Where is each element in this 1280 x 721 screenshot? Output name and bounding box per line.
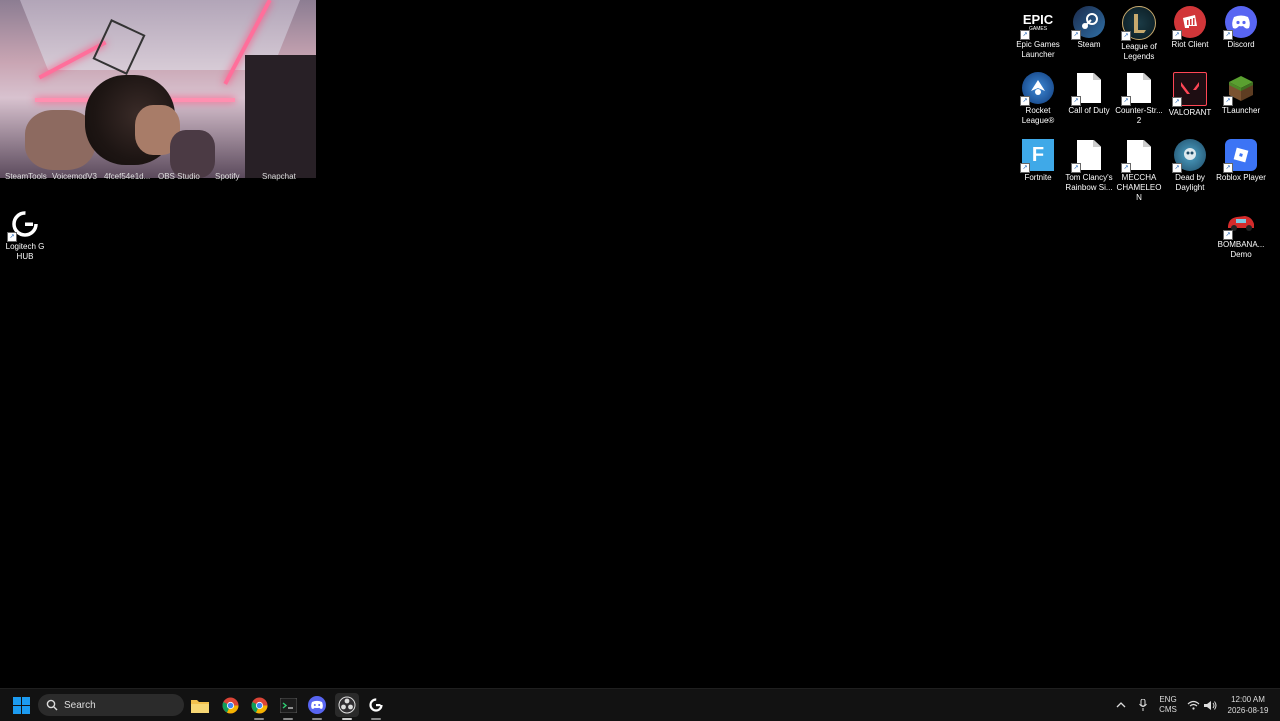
- discord-icon: ↗: [1223, 6, 1257, 40]
- desktop-icon-steam[interactable]: ↗ Steam: [1064, 6, 1114, 50]
- desktop-icon-counter-strike-2[interactable]: ↗ Counter-Str... 2: [1114, 72, 1164, 126]
- valorant-icon: ↗: [1172, 72, 1207, 107]
- terminal-icon: [279, 697, 297, 713]
- start-icon: [12, 696, 30, 714]
- tray-microphone[interactable]: [1134, 689, 1152, 721]
- tray-wifi[interactable]: [1184, 689, 1202, 721]
- search-placeholder: Search: [64, 699, 96, 711]
- tray-overflow-button[interactable]: [1112, 689, 1130, 721]
- rocket-league-icon: ↗: [1020, 72, 1054, 106]
- desktop-icon-call-of-duty[interactable]: ↗ Call of Duty: [1064, 72, 1114, 116]
- chrome-icon: [222, 697, 238, 713]
- desktop-label-voicemod[interactable]: VoicemodV3: [52, 172, 97, 181]
- desktop-icon-rocket-league[interactable]: ↗ Rocket League®: [1013, 72, 1063, 126]
- tray-clock[interactable]: 12:00 AM 2026-08-19: [1222, 689, 1274, 721]
- steam-icon: ↗: [1071, 6, 1105, 40]
- desktop-icon-epic-games[interactable]: EPIC GAMES ↗ Epic Games Launcher: [1013, 6, 1063, 60]
- webcam-overlay: [0, 0, 316, 178]
- desktop-icon-riot-client[interactable]: ↗ Riot Client: [1165, 6, 1215, 50]
- desktop-icon-bombana-demo[interactable]: ↗ BOMBANA... Demo: [1216, 206, 1266, 260]
- epic-games-icon: EPIC GAMES ↗: [1020, 6, 1054, 40]
- search-icon: [46, 699, 58, 711]
- desktop-icon-discord[interactable]: ↗ Discord: [1216, 6, 1266, 50]
- desktop-label-steamtools[interactable]: SteamTools: [5, 172, 47, 181]
- desktop-label-obs[interactable]: OBS Studio: [158, 172, 200, 181]
- taskbar-search[interactable]: Search: [38, 694, 184, 716]
- blank-document-icon: ↗: [1071, 139, 1105, 173]
- microphone-icon: [1139, 699, 1147, 711]
- taskbar-chrome[interactable]: [218, 693, 242, 717]
- desktop-icon-league-of-legends[interactable]: ↗ League of Legends: [1114, 6, 1164, 62]
- league-of-legends-icon: ↗: [1121, 6, 1156, 41]
- clock-date: 2026-08-19: [1227, 706, 1269, 715]
- riot-client-icon: ↗: [1172, 6, 1206, 40]
- dead-by-daylight-icon: ↗: [1172, 139, 1206, 173]
- desktop-label-snapchat[interactable]: Snapchat: [262, 172, 296, 181]
- desktop-icon-roblox[interactable]: ↗ Roblox Player: [1216, 139, 1266, 183]
- blank-document-icon: ↗: [1121, 72, 1155, 106]
- start-button[interactable]: [9, 693, 33, 717]
- desktop-icon-rainbow-six[interactable]: ↗ Tom Clancy's Rainbow Si...: [1064, 139, 1114, 193]
- desktop-label-file[interactable]: 4fcef54e1d...: [104, 172, 150, 181]
- obs-icon: [338, 696, 356, 714]
- file-explorer-icon: [191, 699, 209, 713]
- taskbar: Search ENG CMS 12:00 AM 2026-08-19: [0, 688, 1280, 721]
- blank-document-icon: ↗: [1071, 72, 1105, 106]
- logitech-g-icon: ↗: [7, 208, 41, 242]
- fortnite-icon: F ↗: [1020, 139, 1054, 173]
- chevron-up-icon: [1116, 702, 1126, 708]
- taskbar-terminal[interactable]: [276, 693, 300, 720]
- taskbar-obs[interactable]: [335, 693, 359, 720]
- desktop-icon-meccha-chameleon[interactable]: ↗ MECCHA CHAMELEON: [1114, 139, 1164, 203]
- chrome-profile-icon: [251, 697, 267, 713]
- taskbar-file-explorer[interactable]: [188, 693, 212, 717]
- desktop-icon-fortnite[interactable]: F ↗ Fortnite: [1013, 139, 1063, 183]
- desktop-icon-dead-by-daylight[interactable]: ↗ Dead by Daylight: [1165, 139, 1215, 193]
- wifi-icon: [1187, 700, 1199, 710]
- taskbar-chrome-profile[interactable]: [247, 693, 271, 720]
- roblox-icon: ↗: [1223, 139, 1257, 173]
- desktop-icon-tlauncher[interactable]: ↗ TLauncher: [1216, 72, 1266, 116]
- taskbar-logitech-g-hub[interactable]: [364, 693, 388, 720]
- discord-icon: [308, 696, 326, 714]
- tlauncher-grass-block-icon: ↗: [1223, 72, 1257, 106]
- desktop-icon-valorant[interactable]: ↗ VALORANT: [1165, 72, 1215, 118]
- volume-icon: [1203, 700, 1216, 710]
- desktop-icon-logitech-g-hub[interactable]: ↗ Logitech G HUB: [0, 208, 50, 262]
- bombana-car-icon: ↗: [1223, 206, 1257, 240]
- desktop-label-spotify[interactable]: Spotify: [215, 172, 239, 181]
- tray-language[interactable]: ENG CMS: [1155, 689, 1181, 721]
- tray-volume[interactable]: [1201, 689, 1219, 721]
- blank-document-icon: ↗: [1121, 139, 1155, 173]
- taskbar-discord[interactable]: [305, 693, 329, 720]
- logitech-g-icon: [369, 698, 383, 712]
- clock-time: 12:00 AM: [1231, 695, 1265, 704]
